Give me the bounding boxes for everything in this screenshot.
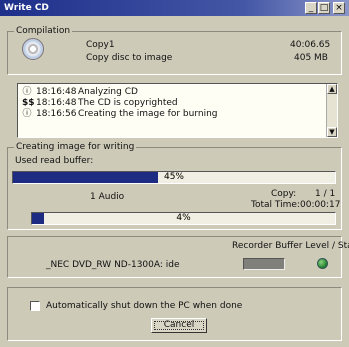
- compilation-action: Copy disc to image: [86, 53, 173, 63]
- compilation-name: Copy1: [86, 40, 115, 50]
- compilation-legend: Compilation: [14, 26, 73, 36]
- recorder-buffer-level: [243, 258, 285, 270]
- buffer-progress-bar: 45%: [12, 171, 336, 184]
- recorder-state-icon: [317, 258, 328, 269]
- scroll-down-icon[interactable]: ▼: [327, 127, 337, 137]
- window-title: Write CD: [4, 3, 49, 13]
- info-icon: ⓘ: [22, 109, 32, 119]
- copy-value: 1 / 1: [315, 189, 336, 199]
- buffer-progress-text: 45%: [163, 172, 184, 182]
- buffer-label: Used read buffer:: [15, 156, 94, 166]
- shutdown-label[interactable]: Automatically shut down the PC when done: [46, 301, 242, 311]
- cancel-button[interactable]: Cancel: [151, 318, 207, 333]
- overall-progress-text: 4%: [176, 213, 191, 223]
- maximize-button[interactable]: □: [318, 2, 330, 14]
- minimize-button[interactable]: _: [305, 2, 317, 14]
- log-time: 18:16:48: [36, 98, 77, 108]
- disc-icon: [22, 38, 44, 60]
- copyright-icon: $$: [22, 98, 35, 108]
- log-list[interactable]: ⓘ 18:16:48 Analyzing CD $$ 18:16:48 The …: [17, 83, 338, 138]
- log-message: The CD is copyrighted: [78, 98, 178, 108]
- overall-progress-bar: 4%: [31, 212, 336, 225]
- compilation-group: Compilation: [7, 26, 342, 75]
- close-button[interactable]: ×: [333, 2, 345, 14]
- progress-legend: Creating image for writing: [14, 142, 137, 152]
- log-scrollbar[interactable]: ▲ ▼: [326, 84, 337, 137]
- log-message: Creating the image for burning: [78, 109, 218, 119]
- scroll-up-icon[interactable]: ▲: [327, 84, 337, 94]
- shutdown-checkbox[interactable]: [30, 301, 40, 311]
- log-time: 18:16:48: [36, 87, 77, 97]
- compilation-time: 40:06.65: [290, 40, 331, 50]
- compilation-size: 405 MB: [294, 53, 328, 63]
- track-label: 1 Audio: [90, 192, 125, 202]
- copy-label: Copy:: [271, 189, 297, 199]
- log-time: 18:16:56: [36, 109, 77, 119]
- log-message: Analyzing CD: [78, 87, 138, 97]
- total-time-label: Total Time:: [251, 200, 300, 210]
- total-time-value: 00:00:17: [300, 200, 341, 210]
- recorder-buffer-label: Recorder Buffer Level / State: [232, 241, 349, 251]
- recorder-device: _NEC DVD_RW ND-1300A: ide: [46, 260, 180, 270]
- write-cd-window: Write CD _ □ × Compilation Copy1 Copy di…: [0, 0, 349, 347]
- title-bar: Write CD: [0, 0, 349, 16]
- info-icon: ⓘ: [22, 87, 32, 97]
